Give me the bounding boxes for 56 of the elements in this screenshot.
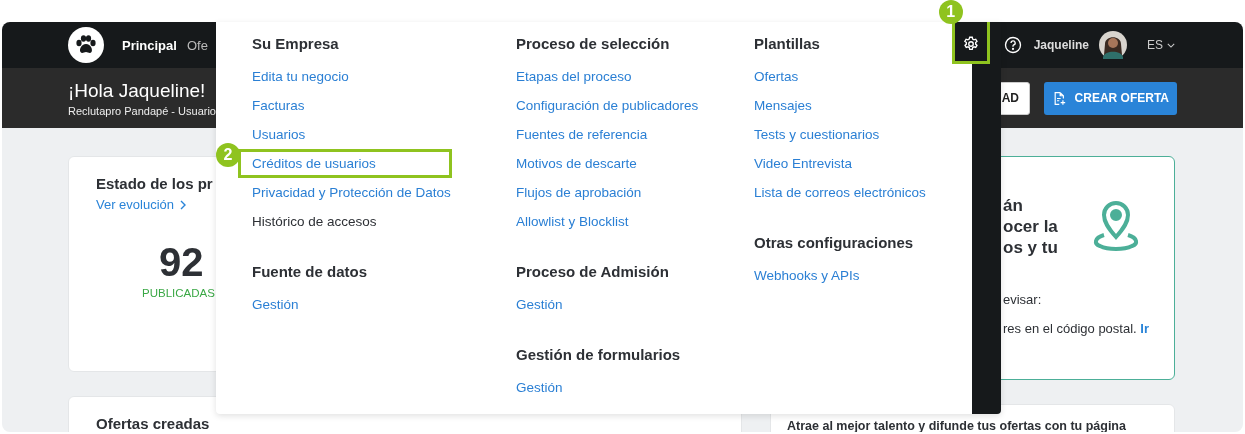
postal-note: res en el código postal. Ir [1003,321,1149,336]
published-label: PUBLICADAS [142,287,215,299]
menu-item[interactable]: Flujos de aprobación [502,178,642,207]
step-badge: 1 [938,0,963,24]
paw-logo-icon[interactable] [68,27,104,63]
settings-icon[interactable] [961,34,980,53]
menu-item[interactable]: Etapas del proceso [502,62,632,91]
menu-item[interactable]: Lista de correos electrónicos [740,178,926,207]
language-selector[interactable]: ES [1147,38,1175,52]
card-heading-line: án [1003,195,1024,216]
chevron-icon [180,199,187,210]
menu-section-title: Otras configuraciones [753,233,914,253]
card-heading-line: ocer la [1003,216,1058,237]
menu-item[interactable]: Tests y cuestionarios [740,120,880,149]
menu-item[interactable]: Allowlist y Blocklist [502,207,629,236]
menu-section-title: Gestión de formularios [515,345,681,365]
card-heading-line: os y tu [1003,237,1058,258]
help-icon[interactable] [1003,36,1022,54]
menu-item[interactable]: Webhooks y APIs [740,261,860,290]
step-badge: 2 [216,143,240,167]
menu-item[interactable]: Facturas [238,91,305,120]
card-title: Ofertas creadas [96,415,210,432]
user-name[interactable]: Jaqueline [1033,38,1089,52]
published-count: 92 [159,240,204,285]
card-title: Estado de los pr [96,175,213,192]
review-label: evisar: [1003,292,1042,307]
menu-item[interactable]: Gestión [238,290,299,319]
menu-section-title: Su Empresa [251,34,339,54]
menu-item[interactable]: Edita tu negocio [238,62,349,91]
menu-section-title: Proceso de Admisión [515,262,669,282]
menu-item[interactable]: Privacidad y Protección de Datos [238,178,451,207]
account-subtitle: Reclutapro Pandapé - Usuario [68,104,216,117]
menu-item[interactable]: Video Entrevista [740,149,853,178]
menu-item[interactable]: Fuentes de referencia [502,120,648,149]
greeting-title: ¡Hola Jaqueline! [68,79,207,102]
menu-section-title: Proceso de selección [515,34,670,54]
menu-item[interactable]: Créditos de usuarios [238,149,452,178]
menu-item[interactable]: Usuarios [238,120,306,149]
menu-section-title: Fuente de datos [251,262,367,282]
create-offer-button[interactable]: CREAR OFERTA [1044,81,1177,115]
evolution-link[interactable]: Ver evolución [96,197,187,212]
avatar-icon[interactable] [1099,31,1127,59]
menu-item[interactable]: Histórico de accesos [238,207,377,236]
menu-item[interactable]: Mensajes [740,91,812,120]
menu-item[interactable]: Gestión [502,290,563,319]
talent-text: Atrae al mejor talento y difunde tus ofertas con tu página [787,419,1126,432]
menu-section-title: Plantillas [753,34,820,54]
menu-item[interactable]: Motivos de descarte [502,149,637,178]
menu-item[interactable]: Ofertas [740,62,799,91]
caret-icon [1167,42,1175,48]
document-plus-icon [1052,90,1067,106]
nav-item[interactable]: Principal [122,37,177,53]
nav-item[interactable]: Ofe [186,37,208,53]
menu-item[interactable]: Configuración de publicadores [502,91,699,120]
go-link[interactable]: Ir [1140,321,1149,336]
menu-item[interactable]: Gestión [502,373,563,402]
